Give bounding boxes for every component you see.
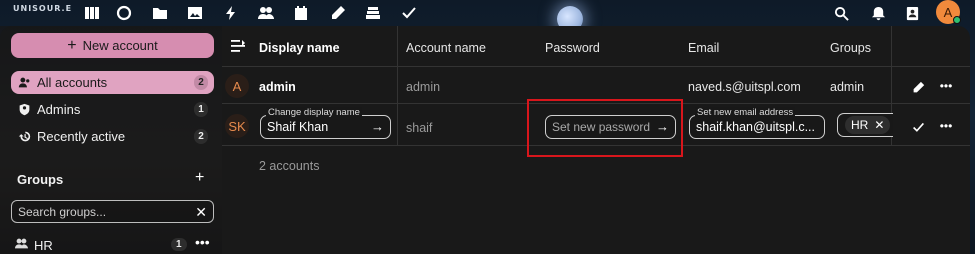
highlight-box xyxy=(527,99,683,157)
files-icon[interactable] xyxy=(149,2,171,24)
display-name-value[interactable]: Shaif Khan xyxy=(267,120,328,134)
group-search-input[interactable] xyxy=(18,204,188,219)
calendar-icon[interactable] xyxy=(290,2,312,24)
group-search-field[interactable]: ✕ xyxy=(11,200,214,223)
account-group-icon xyxy=(17,76,31,90)
plus-icon: + xyxy=(67,36,77,54)
account-name-cell: shaif xyxy=(406,121,433,135)
display-name-cell: admin xyxy=(259,80,296,94)
column-divider xyxy=(397,26,398,145)
search-circle-icon[interactable] xyxy=(113,2,135,24)
arrow-right-icon[interactable]: → xyxy=(371,119,384,134)
email-cell: naved.s@uitspl.com xyxy=(688,80,801,94)
sidebar-item-all-accounts[interactable]: All accounts 2 xyxy=(11,71,214,94)
user-avatar[interactable]: A xyxy=(936,0,961,24)
accounts-table: Display name Account name Password Email… xyxy=(222,26,970,254)
dashboard-icon[interactable] xyxy=(81,2,103,24)
search-icon[interactable] xyxy=(830,2,852,24)
count-badge: 1 xyxy=(171,238,187,251)
bell-icon[interactable] xyxy=(867,2,889,24)
sidebar-item-label: Admins xyxy=(37,102,81,117)
edit-icon[interactable] xyxy=(910,79,926,95)
checkmark-icon[interactable] xyxy=(910,119,926,135)
sidebar-item-label: All accounts xyxy=(37,75,108,90)
close-icon[interactable]: ✕ xyxy=(195,204,207,221)
shield-account-icon xyxy=(17,103,31,117)
activity-icon[interactable] xyxy=(220,2,242,24)
history-icon xyxy=(17,130,31,144)
top-header: UNISOUR.E A xyxy=(0,0,975,26)
more-actions-icon[interactable]: ••• xyxy=(195,234,210,250)
sidebar-item-recently-active[interactable]: Recently active 2 xyxy=(11,125,214,148)
sidebar: + New account All accounts 2 Admins 1 Re… xyxy=(0,26,222,254)
avatar-initial: A xyxy=(232,78,242,94)
account-group-icon xyxy=(15,237,28,253)
email-value[interactable]: shaif.khan@uitspl.c... xyxy=(696,120,814,134)
count-badge: 2 xyxy=(194,129,208,144)
group-tag-label: HR xyxy=(851,118,869,132)
count-badge: 1 xyxy=(194,102,208,117)
column-header-account-name: Account name xyxy=(406,41,486,55)
new-account-label: New account xyxy=(82,38,158,53)
sidebar-item-admins[interactable]: Admins 1 xyxy=(11,98,214,121)
group-tag: HR ✕ xyxy=(845,116,891,134)
contacts-icon[interactable] xyxy=(255,2,277,24)
account-name-cell: admin xyxy=(406,80,441,94)
brand-logo: UNISOUR.E xyxy=(13,4,73,13)
group-label: HR xyxy=(34,237,53,253)
more-actions-icon[interactable]: ••• xyxy=(936,78,956,94)
close-icon[interactable]: ✕ xyxy=(874,118,884,132)
header-divider xyxy=(222,66,970,67)
online-status-indicator xyxy=(953,16,961,24)
change-display-name-field[interactable]: Change display name Shaif Khan → xyxy=(260,107,391,139)
sidebar-item-label: Recently active xyxy=(37,129,126,144)
tasks-icon[interactable] xyxy=(398,2,420,24)
photos-icon[interactable] xyxy=(184,2,206,24)
column-header-display-name: Display name xyxy=(259,41,340,55)
add-group-icon[interactable]: + xyxy=(195,169,204,187)
deck-icon[interactable] xyxy=(362,2,384,24)
avatar-initial: SK xyxy=(228,118,246,134)
contacts-menu-icon[interactable] xyxy=(901,2,923,24)
field-label: Set new email address xyxy=(695,107,796,118)
set-new-email-field[interactable]: Set new email address shaif.khan@uitspl.… xyxy=(689,107,825,139)
column-header-password: Password xyxy=(545,41,600,55)
group-item-hr[interactable]: HR 1 ••• xyxy=(11,234,214,254)
groups-cell: admin xyxy=(830,80,865,94)
user-avatar-initial: A xyxy=(943,4,953,20)
avatar: A xyxy=(225,74,249,98)
new-account-button[interactable]: + New account xyxy=(11,33,214,58)
notes-icon[interactable] xyxy=(327,2,349,24)
column-header-email: Email xyxy=(688,41,720,55)
more-actions-icon[interactable]: ••• xyxy=(936,118,956,134)
menu-toggle-icon[interactable] xyxy=(231,40,245,52)
group-select[interactable]: HR ✕ xyxy=(837,113,893,137)
count-badge: 2 xyxy=(194,75,208,90)
column-header-groups: Groups xyxy=(830,41,871,55)
field-label: Change display name xyxy=(266,107,362,118)
avatar: SK xyxy=(225,114,249,138)
accounts-count: 2 accounts xyxy=(259,159,320,173)
groups-heading: Groups xyxy=(17,172,64,187)
